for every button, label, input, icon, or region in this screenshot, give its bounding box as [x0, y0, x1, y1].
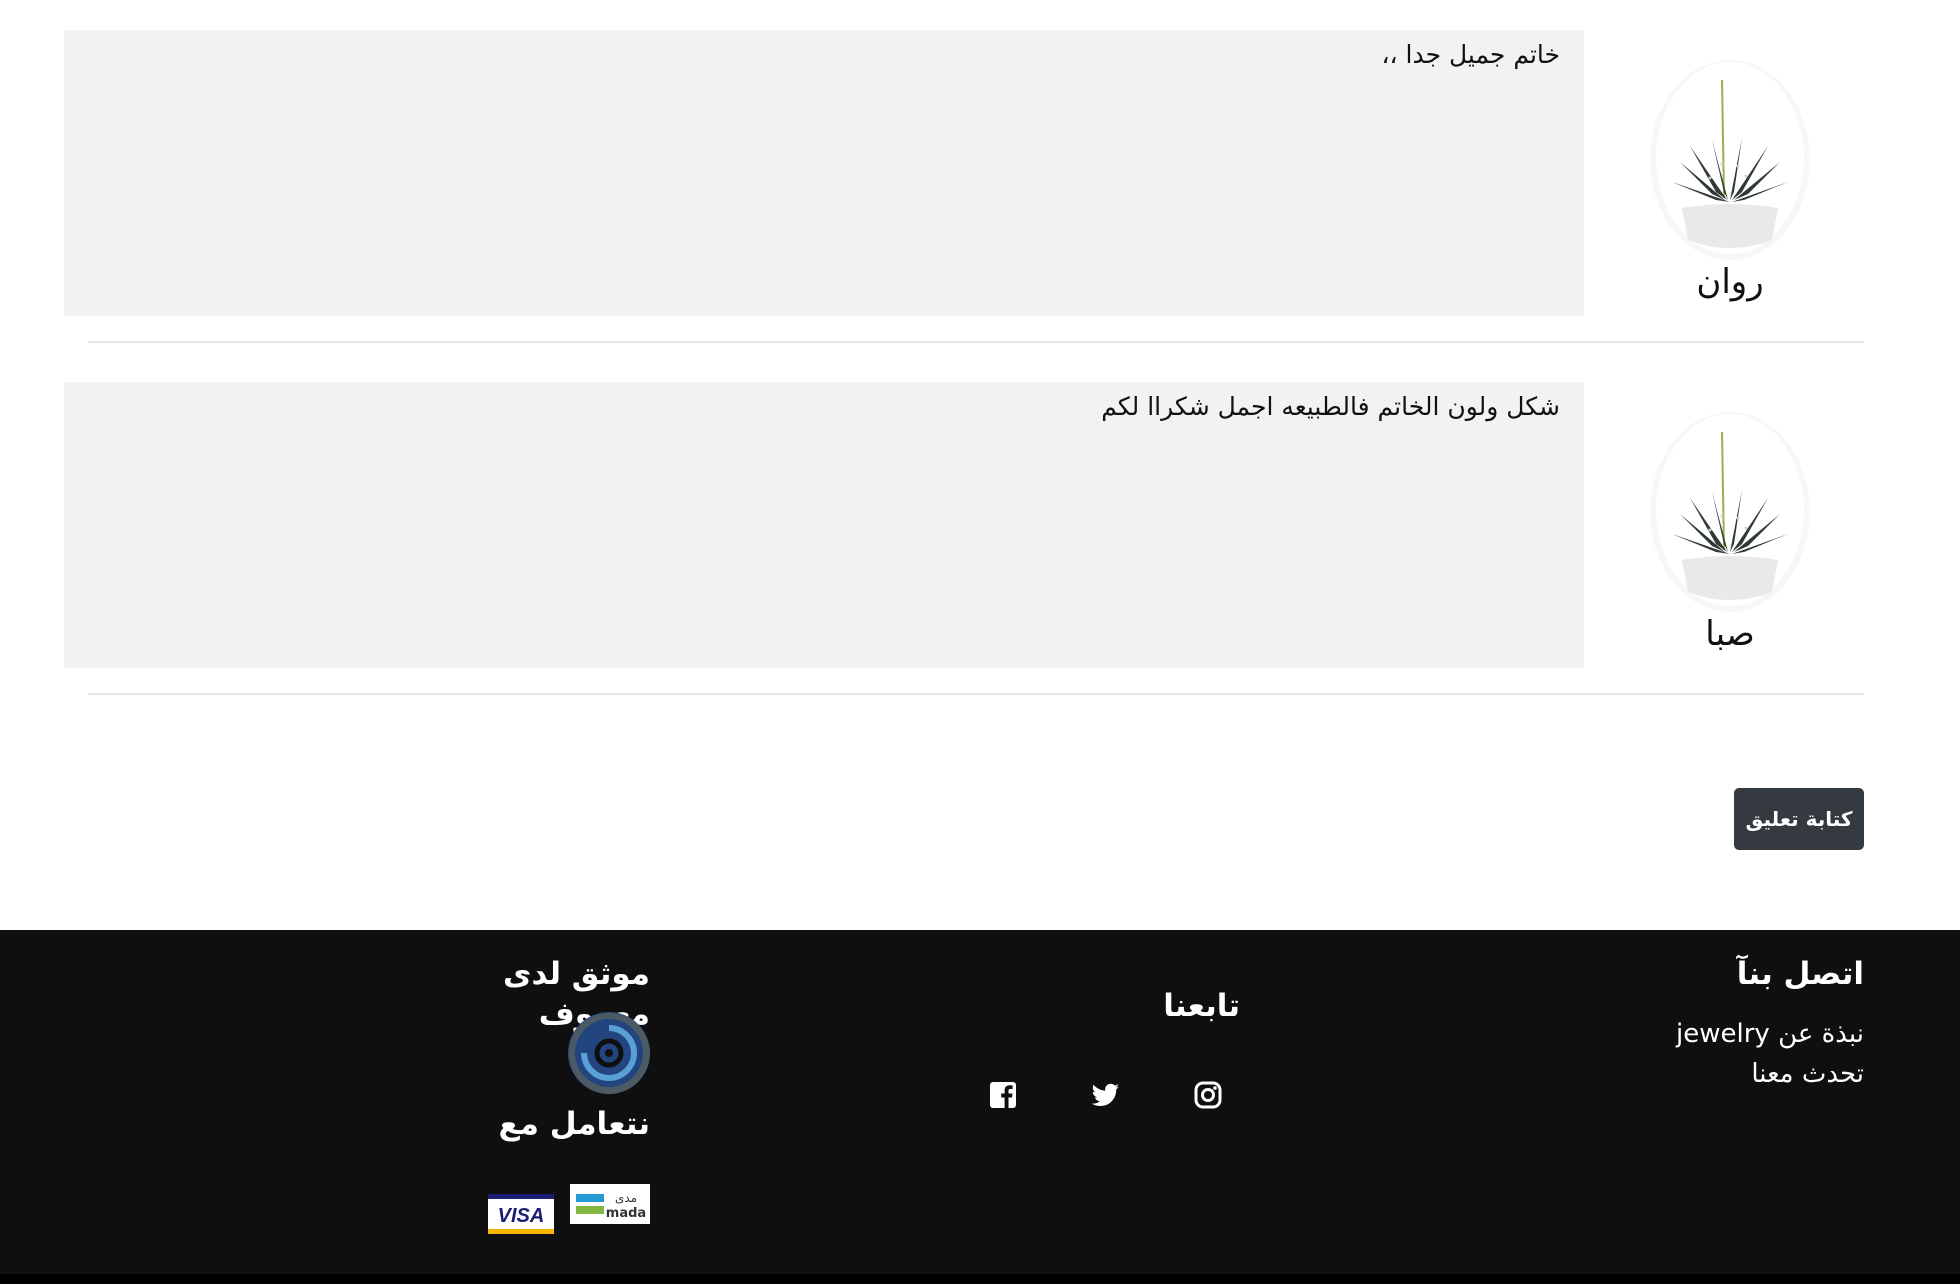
footer: اتصل بنآ نبذة عن jewelry تحدث معنا تابعن…: [0, 930, 1960, 1274]
chat-link[interactable]: تحدث معنا: [1676, 1054, 1864, 1094]
visa-card-icon: VISA: [488, 1194, 554, 1234]
svg-text:مدى: مدى: [615, 1191, 637, 1205]
review-item: خاتم جميل جدا ،، روان: [0, 30, 1960, 316]
plant-avatar-icon: [1650, 60, 1810, 260]
review-author: صبا: [1645, 412, 1815, 656]
write-review-button[interactable]: كتابة تعليق: [1734, 788, 1864, 850]
payment-title: نتعامل مع: [498, 1106, 650, 1142]
review-text: شكل ولون الخاتم فالطبيعه اجمل شكراا لكم: [64, 382, 1584, 668]
footer-follow-section: تابعنا: [960, 986, 1240, 1026]
follow-title: تابعنا: [1163, 988, 1240, 1024]
about-link[interactable]: نبذة عن jewelry: [1676, 1014, 1864, 1054]
author-name: صبا: [1705, 614, 1755, 654]
facebook-icon[interactable]: [986, 1078, 1020, 1112]
page: خاتم جميل جدا ،، روان شكل ولون الخاتم فا…: [0, 0, 1960, 1284]
footer-bottom-bar: [0, 1274, 1960, 1284]
author-name: روان: [1696, 262, 1764, 302]
twitter-icon[interactable]: [1088, 1078, 1122, 1112]
review-item: شكل ولون الخاتم فالطبيعه اجمل شكراا لكم: [0, 382, 1960, 668]
footer-contact-section: اتصل بنآ نبذة عن jewelry تحدث معنا: [1676, 954, 1864, 1094]
mada-card-icon: مدى mada: [570, 1184, 650, 1224]
review-author: روان: [1645, 60, 1815, 304]
contact-title: اتصل بنآ: [1736, 956, 1864, 992]
instagram-icon[interactable]: [1191, 1078, 1225, 1112]
divider: [88, 693, 1864, 695]
review-text: خاتم جميل جدا ،،: [64, 30, 1584, 316]
svg-text:VISA: VISA: [498, 1205, 545, 1227]
footer-trusted-section: موثق لدى معروف نتعامل مع مدى mada VISA: [400, 954, 650, 1234]
divider: [88, 341, 1864, 343]
plant-avatar-icon: [1650, 412, 1810, 612]
maroof-logo-icon[interactable]: [568, 1012, 650, 1094]
svg-text:mada: mada: [606, 1206, 646, 1221]
